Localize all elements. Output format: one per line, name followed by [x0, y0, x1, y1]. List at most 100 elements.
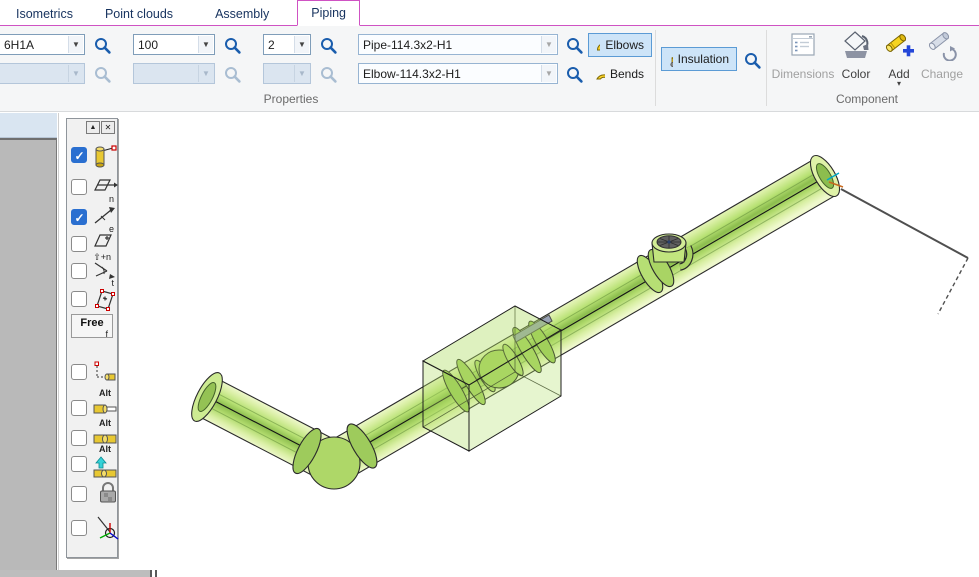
tab-piping[interactable]: Piping: [297, 0, 360, 26]
diameter-combo-2[interactable]: ▼: [133, 63, 215, 84]
elbow-part-combo-value: Elbow-114.3x2-H1: [363, 67, 461, 81]
count-search-button[interactable]: [318, 35, 338, 55]
insulation-search-button[interactable]: [742, 50, 762, 70]
component-group-label: Component: [817, 92, 917, 106]
search-icon: [223, 65, 242, 84]
elbow-part-search-button[interactable]: [564, 64, 584, 84]
pipe-part-combo[interactable]: Pipe-114.3x2-H1 ▼: [358, 34, 558, 55]
diameter-combo-value: 100: [138, 38, 158, 52]
ribbon: 6H1A ▼ 100 ▼ 2 ▼: [0, 26, 979, 112]
search-icon: [319, 36, 338, 55]
count-combo-2[interactable]: ▼: [263, 63, 311, 84]
3d-viewport[interactable]: [58, 113, 979, 577]
snap-options-toolbox: ▲ ✕ n: [66, 118, 118, 558]
snap-checkbox-lock[interactable]: [71, 486, 87, 502]
chevron-down-icon: ▼: [294, 65, 309, 82]
alt-label: Alt: [99, 444, 111, 454]
pipe-part-search-button[interactable]: [564, 35, 584, 55]
toolbox-collapse-button[interactable]: ▲: [86, 121, 100, 134]
snap-checkbox-edge[interactable]: [71, 209, 87, 225]
chevron-down-icon[interactable]: ▼: [198, 36, 213, 53]
scrollbar-grip[interactable]: [150, 570, 152, 577]
toolbox-close-button[interactable]: ✕: [101, 121, 115, 134]
docked-panel-header[interactable]: [0, 113, 57, 138]
plane-normal-icon: [92, 174, 118, 198]
snap-checkbox-tangent[interactable]: [71, 263, 87, 279]
pipeline-combo-2[interactable]: ▼: [0, 63, 85, 84]
pipe-endpoint-icon: [92, 142, 118, 170]
horizontal-scrollbar[interactable]: [0, 570, 150, 577]
pipeline-combo[interactable]: 6H1A ▼: [0, 34, 85, 55]
search-icon: [565, 65, 584, 84]
free-suffix: f: [105, 329, 108, 339]
snap-checkbox-pipe-end[interactable]: [71, 400, 87, 416]
count-search-button-2[interactable]: [318, 64, 338, 84]
tab-isometrics[interactable]: Isometrics: [8, 2, 81, 25]
alt-pipe-lift-icon: [92, 455, 118, 481]
application-window: Isometrics Point clouds Assembly Piping …: [0, 0, 979, 577]
dimensions-button[interactable]: Dimensions: [772, 28, 834, 94]
snap-checkbox-pipe-endpoint[interactable]: [71, 147, 87, 163]
properties-group-label: Properties: [241, 92, 341, 106]
bend-icon: [596, 69, 605, 80]
snap-checkbox-plane-add[interactable]: [71, 236, 87, 252]
pipeline-search-button[interactable]: [92, 35, 112, 55]
alt-label: Alt: [99, 418, 111, 428]
bends-button[interactable]: Bends: [588, 62, 652, 86]
edge-direction-icon: [92, 204, 118, 228]
snap-checkbox-pipe-lift[interactable]: [71, 456, 87, 472]
free-mode-button[interactable]: Free f: [71, 314, 113, 338]
diameter-combo[interactable]: 100 ▼: [133, 34, 215, 55]
snap-checkbox-plane-points[interactable]: [71, 291, 87, 307]
snap-checkbox-axes[interactable]: [71, 520, 87, 536]
chevron-down-icon: ▼: [68, 65, 83, 82]
color-paint-icon: [840, 29, 872, 61]
plane-add-icon: [92, 231, 118, 251]
group-separator: [766, 30, 767, 106]
pipeline-search-button-2[interactable]: [92, 64, 112, 84]
leader-line: [841, 189, 968, 314]
free-label: Free: [72, 317, 112, 329]
pipe-run[interactable]: [186, 151, 968, 489]
chevron-down-icon[interactable]: ▼: [68, 36, 83, 53]
chevron-down-icon[interactable]: ▼: [541, 65, 556, 82]
elbow-part-combo[interactable]: Elbow-114.3x2-H1 ▼: [358, 63, 558, 84]
search-icon: [319, 65, 338, 84]
lock-icon: [95, 481, 121, 505]
snap-checkbox-point[interactable]: [71, 364, 87, 380]
search-icon: [93, 36, 112, 55]
dimensions-icon: [788, 30, 818, 60]
chevron-down-icon[interactable]: ▼: [294, 36, 309, 53]
add-button[interactable]: Add ▾: [880, 28, 918, 94]
elbows-label: Elbows: [605, 38, 644, 52]
selection-box: [423, 306, 561, 451]
plane-points-icon: [92, 286, 118, 312]
snap-checkbox-pipe-segment[interactable]: [71, 430, 87, 446]
elbows-button[interactable]: Elbows: [588, 33, 652, 57]
scrollbar-grip[interactable]: [155, 570, 157, 577]
model-tree-panel[interactable]: [0, 138, 57, 577]
add-dropdown-caret[interactable]: ▾: [897, 81, 901, 87]
color-button[interactable]: Color: [834, 28, 878, 94]
group-separator: [655, 30, 656, 106]
count-combo-value: 2: [268, 38, 275, 52]
chevron-down-icon[interactable]: ▼: [541, 36, 556, 53]
snap-point-icon: [92, 359, 118, 385]
search-icon: [565, 36, 584, 55]
elbow-icon: [596, 40, 600, 51]
color-label: Color: [842, 67, 871, 81]
coordinate-axes-icon: [95, 515, 121, 543]
diameter-search-button[interactable]: [222, 35, 242, 55]
diameter-search-button-2[interactable]: [222, 64, 242, 84]
suffix-label: n: [109, 194, 114, 204]
ribbon-tabbar: Isometrics Point clouds Assembly Piping: [0, 0, 979, 26]
pipe-model-scene[interactable]: [59, 113, 979, 577]
change-button[interactable]: Change: [916, 28, 968, 94]
snap-checkbox-plane[interactable]: [71, 179, 87, 195]
pipe-part-combo-value: Pipe-114.3x2-H1: [363, 38, 452, 52]
count-combo[interactable]: 2 ▼: [263, 34, 311, 55]
insulation-button[interactable]: Insulation: [661, 47, 737, 71]
search-icon: [93, 65, 112, 84]
tab-point-clouds[interactable]: Point clouds: [97, 2, 181, 25]
tab-assembly[interactable]: Assembly: [207, 2, 277, 25]
